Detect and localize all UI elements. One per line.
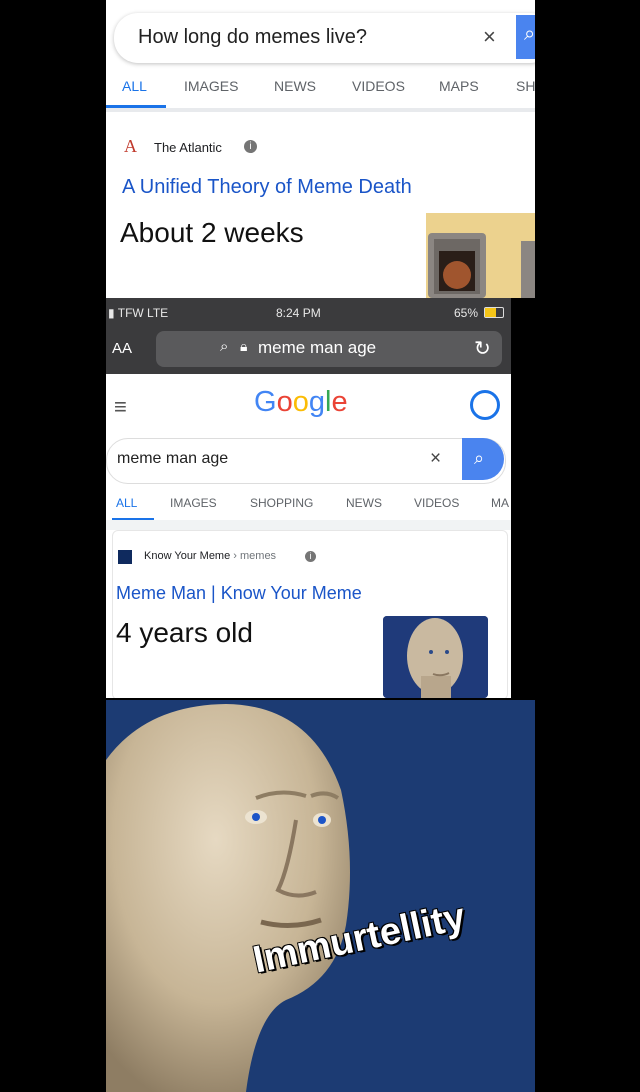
result-source[interactable]: Know Your Meme › memes	[144, 550, 276, 562]
search-query[interactable]: How long do memes live?	[138, 26, 367, 49]
search-icon: ⌕	[474, 448, 485, 468]
kym-logo	[118, 550, 132, 564]
featured-answer: About 2 weeks	[120, 217, 304, 248]
search-screenshot-1: How long do memes live? × ⌕ ALL IMAGES N…	[106, 0, 535, 298]
account-icon[interactable]	[470, 390, 500, 420]
info-icon[interactable]: i	[244, 140, 257, 153]
tab-images[interactable]: IMAGES	[170, 496, 217, 510]
tab-news[interactable]: NEWS	[274, 78, 316, 94]
carrier-label: ▮ TFW LTE	[108, 306, 169, 320]
tab-all[interactable]: ALL	[116, 496, 137, 510]
result-title-link[interactable]: Meme Man | Know Your Meme	[116, 583, 362, 604]
lock-icon: 🔒︎	[240, 338, 248, 354]
search-screenshot-2: ▮ TFW LTE 8:24 PM 65% AA ⌕ 🔒︎ meme man a…	[106, 298, 511, 698]
reload-icon[interactable]: ↻	[474, 336, 491, 361]
info-icon[interactable]: i	[305, 551, 316, 562]
meme-man-image	[106, 700, 535, 1092]
tab-shopping[interactable]: SHOPPING	[250, 496, 313, 510]
clock: 8:24 PM	[276, 306, 321, 320]
battery-icon	[484, 307, 504, 318]
meme-man-panel: Immurtellity	[106, 700, 535, 1092]
meme-man-thumbnail	[383, 616, 488, 698]
divider	[106, 520, 511, 530]
result-source-path: › memes	[233, 550, 277, 562]
tab-maps[interactable]: MAPS	[439, 78, 479, 94]
search-icon: ⌕	[524, 23, 535, 45]
result-title-link[interactable]: A Unified Theory of Meme Death	[122, 176, 412, 199]
clear-icon[interactable]: ×	[483, 24, 496, 50]
atlantic-logo: A	[124, 136, 137, 156]
battery-label: 65%	[454, 306, 479, 320]
text-size-button[interactable]: AA	[112, 340, 132, 357]
result-source-name: Know Your Meme	[144, 550, 231, 562]
address-text[interactable]: meme man age	[258, 338, 376, 358]
tab-all[interactable]: ALL	[122, 78, 147, 94]
tab-more[interactable]: SH	[516, 78, 535, 94]
tombstone-image	[426, 213, 535, 298]
tab-videos[interactable]: VIDEOS	[352, 78, 405, 94]
clear-icon[interactable]: ×	[430, 448, 441, 470]
search-query[interactable]: meme man age	[117, 450, 228, 468]
hamburger-menu-icon[interactable]: ≡	[114, 394, 127, 420]
result-thumbnail[interactable]	[426, 213, 535, 298]
tab-news[interactable]: NEWS	[346, 496, 382, 510]
divider	[106, 108, 535, 112]
google-logo[interactable]: Google	[254, 386, 348, 419]
tab-videos[interactable]: VIDEOS	[414, 496, 459, 510]
featured-answer: 4 years old	[116, 617, 253, 648]
tab-more[interactable]: MA	[491, 496, 509, 510]
result-thumbnail[interactable]	[383, 616, 488, 698]
tab-images[interactable]: IMAGES	[184, 78, 238, 94]
result-source[interactable]: The Atlantic	[154, 140, 222, 155]
search-icon: ⌕	[220, 338, 229, 355]
